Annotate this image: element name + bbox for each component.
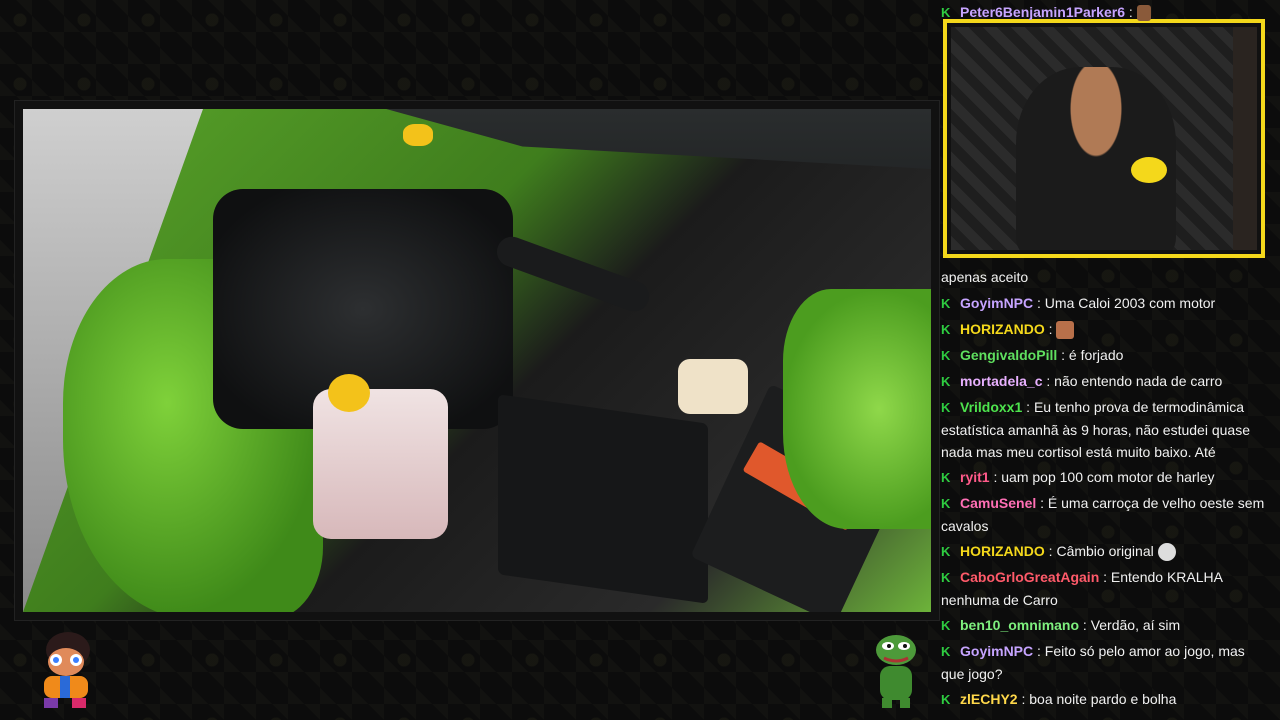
chat-username[interactable]: zlECHY2 xyxy=(960,691,1018,707)
verified-k-badge-icon: K xyxy=(941,374,951,389)
verified-k-badge-icon: K xyxy=(941,400,951,415)
verified-k-badge-icon: K xyxy=(941,644,951,659)
chat-username[interactable]: mortadela_c xyxy=(960,373,1042,389)
chat-message: K CaboGrloGreatAgain : Entendo KRALHA nen… xyxy=(941,569,1223,608)
verified-k-badge-icon: K xyxy=(941,5,951,20)
chat-username[interactable]: HORIZANDO xyxy=(960,543,1045,559)
chat-message-text: não entendo nada de carro xyxy=(1054,373,1223,389)
pepe-frog-sticker xyxy=(876,635,916,708)
chat-message: apenas aceito xyxy=(941,266,1271,288)
cartoon-character-sticker xyxy=(44,632,90,708)
verified-k-badge-icon: K xyxy=(941,692,951,707)
chat-message: K Peter6Benjamin1Parker6 : xyxy=(941,1,1271,24)
chat-message: K HORIZANDO : xyxy=(941,318,1271,341)
verified-k-badge-icon: K xyxy=(941,496,951,511)
video-frame xyxy=(14,100,940,621)
chat-message: Kmortadela_c : não entendo nada de carro xyxy=(941,370,1271,393)
verified-k-badge-icon: K xyxy=(941,618,951,633)
pixel-face-emote xyxy=(1056,321,1075,340)
chat-message: K GoyimNPC : Uma Caloi 2003 com motor xyxy=(941,292,1271,315)
chat-message-text: Verdão, aí sim xyxy=(1090,617,1181,633)
chat-message-text: boa noite pardo e bolha xyxy=(1029,691,1177,707)
chat-username[interactable]: GoyimNPC xyxy=(960,643,1033,659)
chat-panel: K Peter6Benjamin1Parker6 : apenas aceito … xyxy=(941,0,1276,720)
oil-cap xyxy=(403,124,433,146)
coolant-reservoir xyxy=(313,389,448,539)
verified-k-badge-icon: K xyxy=(941,544,951,559)
right-fender xyxy=(783,289,931,529)
chat-message: K CamuSenel : É uma carroça de velho oest… xyxy=(941,495,1265,534)
chat-username[interactable]: Peter6Benjamin1Parker6 xyxy=(960,4,1125,20)
small-character-emote xyxy=(1136,5,1151,22)
chat-message-text: Uma Caloi 2003 com motor xyxy=(1044,295,1216,311)
verified-k-badge-icon: K xyxy=(941,348,951,363)
chat-username[interactable]: GengivaldoPill xyxy=(960,347,1057,363)
engine-bay-video xyxy=(23,109,931,612)
chat-message-text: apenas aceito xyxy=(941,269,1029,285)
chat-message-text: Câmbio original xyxy=(1056,543,1154,559)
chat-username[interactable]: Vrildoxx1 xyxy=(960,399,1022,415)
chat-message: K Vrildoxx1 : Eu tenho prova de termodinâ… xyxy=(941,399,1250,460)
chat-username[interactable]: GoyimNPC xyxy=(960,295,1033,311)
chat-username[interactable]: CaboGrloGreatAgain xyxy=(960,569,1099,585)
intake-pipe xyxy=(492,232,654,316)
chat-username[interactable]: CamuSenel xyxy=(960,495,1036,511)
chat-message: K GoyimNPC : Feito só pelo amor ao jogo, … xyxy=(941,643,1245,682)
chat-message-text: é forjado xyxy=(1068,347,1124,363)
verified-k-badge-icon: K xyxy=(941,470,951,485)
speech-bubble-emote xyxy=(1157,543,1176,562)
verified-k-badge-icon: K xyxy=(941,296,951,311)
chat-message: Kben10_omnimano : Verdão, aí sim xyxy=(941,614,1271,637)
reservoir-cap xyxy=(328,374,370,412)
chat-message: Kryit1 : uam pop 100 com motor de harley xyxy=(941,466,1271,489)
chat-message: K HORIZANDO : Câmbio original xyxy=(941,540,1271,563)
chat-message-text: uam pop 100 com motor de harley xyxy=(1001,469,1215,485)
brake-fluid-reservoir xyxy=(678,359,748,414)
chat-username[interactable]: HORIZANDO xyxy=(960,321,1045,337)
chat-message: K GengivaldoPill : é forjado xyxy=(941,344,1271,367)
verified-k-badge-icon: K xyxy=(941,570,951,585)
verified-k-badge-icon: K xyxy=(941,322,951,337)
chat-message: KzlECHY2 : boa noite pardo e bolha xyxy=(941,688,1271,711)
battery xyxy=(498,394,708,604)
chat-username[interactable]: ryit1 xyxy=(960,469,990,485)
chat-username[interactable]: ben10_omnimano xyxy=(960,617,1079,633)
